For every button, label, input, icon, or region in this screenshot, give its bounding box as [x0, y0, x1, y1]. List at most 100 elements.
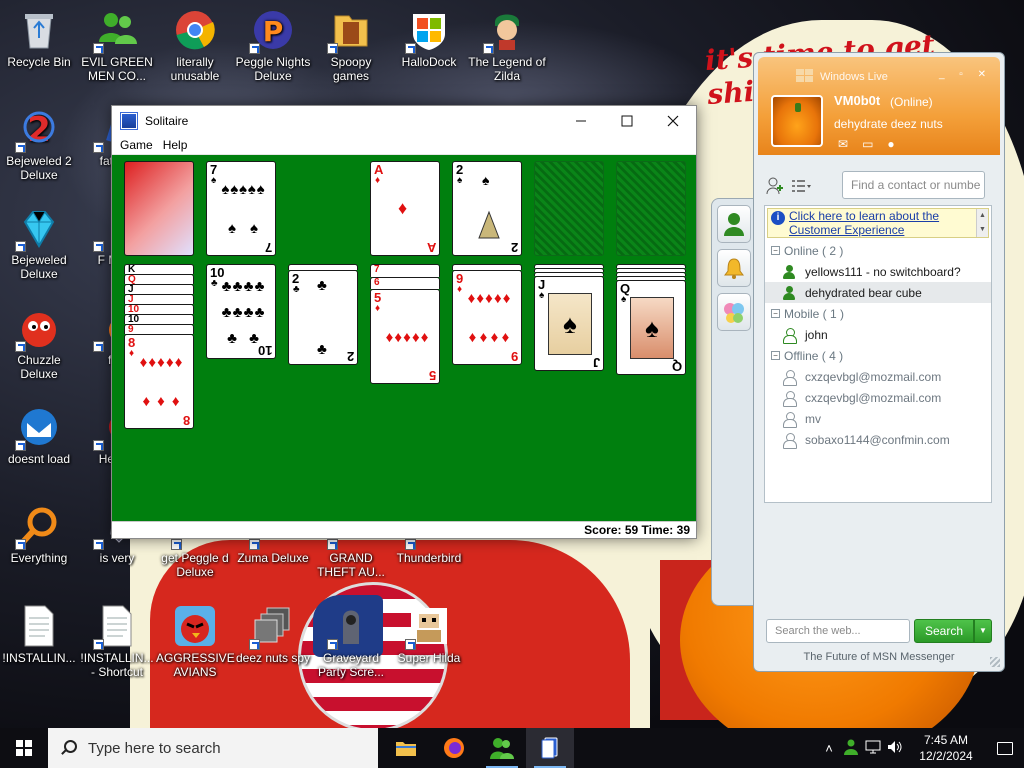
- foundation-1[interactable]: A ♦ ♦ A: [370, 161, 440, 256]
- contact-item[interactable]: cxzqevbgl@mozmail.com: [765, 387, 991, 408]
- solitaire-window[interactable]: Solitaire Game Help 7 ♠ ♠ ♠ ♠ ♠ ♠ ♠ ♠ 7 A ♦ ♦ …: [111, 105, 697, 539]
- find-contact-input[interactable]: Find a contact or numbe: [842, 171, 985, 199]
- add-contact-icon[interactable]: [764, 175, 786, 197]
- spaces-icon[interactable]: ●: [887, 137, 894, 151]
- customer-experience-link[interactable]: Click here to learn about the Customer E…: [789, 209, 976, 237]
- alerts-tab-button[interactable]: [717, 249, 751, 287]
- desktop-icon-evil-green-men[interactable]: EVIL GREEN MEN CO...: [78, 8, 156, 83]
- desktop-icon-doesnt-load[interactable]: doesnt load: [0, 405, 78, 466]
- desktop-icon-legend-of-zilda[interactable]: The Legend of Zilda: [468, 8, 546, 83]
- network-icon[interactable]: [862, 740, 884, 757]
- change-view-icon[interactable]: [790, 175, 812, 197]
- maximize-button[interactable]: [604, 106, 650, 135]
- contact-item[interactable]: sobaxo1144@confmin.com: [765, 429, 991, 450]
- foundation-3-empty[interactable]: [534, 161, 604, 256]
- avatar[interactable]: [771, 95, 823, 147]
- desktop-icon-bejeweled-2[interactable]: 2 Bejeweled 2 Deluxe: [0, 107, 78, 182]
- tableau-2-top-card[interactable]: 10 ♣ ♣ ♣ ♣ ♣ ♣ ♣ ♣ ♣ ♣ ♣ 10: [206, 264, 276, 359]
- group-online[interactable]: − Online ( 2 ): [765, 240, 991, 261]
- clock[interactable]: 7:45 AM 12/2/2024: [906, 732, 986, 764]
- desktop-icon-bejeweled[interactable]: Bejeweled Deluxe: [0, 206, 78, 281]
- tableau-5-top-card[interactable]: 9 ♦ ♦ ♦ ♦ ♦ ♦ ♦ ♦ ♦ ♦ 9: [452, 270, 522, 365]
- minimize-button[interactable]: [558, 106, 604, 135]
- peggle-icon: P: [249, 8, 295, 54]
- chrome-icon: [173, 8, 217, 52]
- notification-center-button[interactable]: [986, 741, 1024, 755]
- desktop-icon-installing[interactable]: !INSTALLIN...: [0, 604, 78, 665]
- collapse-icon[interactable]: −: [771, 309, 780, 318]
- desktop-icon-peggle-nights[interactable]: P Peggle Nights Deluxe: [234, 8, 312, 83]
- user-status[interactable]: (Online): [890, 95, 933, 109]
- close-button[interactable]: [650, 106, 696, 135]
- taskbar-solitaire[interactable]: [526, 728, 574, 768]
- messenger-window[interactable]: Windows Live _ ▫ ✕ VM0b0t (Online) dehyd…: [753, 52, 1005, 672]
- taskbar-messenger[interactable]: [478, 728, 526, 768]
- customer-experience-banner[interactable]: i Click here to learn about the Customer…: [767, 208, 989, 238]
- contact-item[interactable]: cxzqevbgl@mozmail.com: [765, 366, 991, 387]
- start-button[interactable]: [0, 728, 48, 768]
- tableau-card[interactable]: 6: [370, 277, 440, 289]
- waste-pile-card[interactable]: 7 ♠ ♠ ♠ ♠ ♠ ♠ ♠ ♠ 7: [206, 161, 276, 256]
- resize-grip[interactable]: [990, 657, 1000, 667]
- tableau-card[interactable]: J: [124, 294, 194, 305]
- tableau-card[interactable]: 10: [124, 304, 194, 315]
- banner-scrollbar[interactable]: ▲ ▼: [976, 209, 988, 237]
- foundation-2[interactable]: 2 ♠ ♠ 2: [452, 161, 522, 256]
- menu-help[interactable]: Help: [158, 138, 193, 152]
- taskbar-firefox[interactable]: [430, 728, 478, 768]
- volume-icon[interactable]: [884, 740, 906, 757]
- desktop-icon-literally-unusable[interactable]: literally unusable: [156, 8, 234, 83]
- tableau-1-top-card[interactable]: 8 ♦ ♦ ♦ ♦ ♦ ♦ ♦ ♦ ♦ 8: [124, 334, 194, 429]
- tableau-card[interactable]: 9: [124, 324, 194, 335]
- solitaire-titlebar[interactable]: Solitaire: [112, 106, 696, 135]
- foundation-4-empty[interactable]: [616, 161, 686, 256]
- desktop-icon-installing-shortcut[interactable]: !INSTALLIN... - Shortcut: [78, 604, 156, 679]
- tableau-card[interactable]: K: [124, 264, 194, 275]
- tableau-card[interactable]: Q: [124, 274, 194, 285]
- tableau-card[interactable]: 7: [370, 264, 440, 277]
- chevron-up-icon[interactable]: ˄: [818, 741, 840, 756]
- tableau-card[interactable]: J: [124, 284, 194, 295]
- desktop-icon-hallodock[interactable]: HalloDock: [390, 8, 468, 69]
- contact-item[interactable]: mv: [765, 408, 991, 429]
- desktop-icon-spoopy-games[interactable]: Spoopy games: [312, 8, 390, 83]
- personal-message[interactable]: dehydrate deez nuts: [834, 117, 943, 131]
- games-tab-button[interactable]: [717, 293, 751, 331]
- web-search-button[interactable]: Search: [914, 619, 974, 643]
- desktop-icon-super-hilda[interactable]: Super Hilda: [390, 604, 468, 665]
- folder-icon[interactable]: ▭: [862, 137, 873, 151]
- desktop-icon-aggressive-avians[interactable]: AGGRESSIVE AVIANS: [156, 604, 235, 679]
- tableau-3-top-card[interactable]: 2 ♣ ♣ ♣ 2: [288, 270, 358, 365]
- web-search-bar: Search the web... Search ▼: [766, 619, 994, 643]
- tableau-7-top-card[interactable]: Q ♠ ♠ Q: [616, 280, 686, 375]
- menu-game[interactable]: Game: [115, 138, 158, 152]
- web-search-input[interactable]: Search the web...: [766, 619, 910, 643]
- tableau-card[interactable]: 10: [124, 314, 194, 325]
- clock-date: 12/2/2024: [919, 749, 973, 763]
- messenger-tray-icon[interactable]: [840, 739, 862, 758]
- contact-item[interactable]: yellows111 - no switchboard?: [765, 261, 991, 282]
- taskbar-search-box[interactable]: Type here to search: [48, 728, 378, 768]
- tableau-6-top-card[interactable]: J ♠ ♠ J: [534, 276, 604, 371]
- user-display-name[interactable]: VM0b0t: [834, 93, 880, 108]
- desktop-icon-deez-nuts-spy[interactable]: deez nuts spy: [234, 604, 312, 665]
- desktop-icon-everything[interactable]: Everything: [0, 504, 78, 565]
- contact-item[interactable]: dehydrated bear cube: [765, 282, 991, 303]
- group-mobile[interactable]: − Mobile ( 1 ): [765, 303, 991, 324]
- contact-item[interactable]: john: [765, 324, 991, 345]
- stock-pile[interactable]: [124, 161, 194, 256]
- desktop-icon-recycle-bin[interactable]: Recycle Bin: [0, 8, 78, 69]
- group-offline[interactable]: − Offline ( 4 ): [765, 345, 991, 366]
- tableau-4-top-card[interactable]: 5 ♦ ♦ ♦ ♦ ♦ ♦ 5: [370, 289, 440, 384]
- collapse-icon[interactable]: −: [771, 246, 780, 255]
- mail-icon[interactable]: ✉: [838, 137, 848, 151]
- collapse-icon[interactable]: −: [771, 351, 780, 360]
- contacts-tab-button[interactable]: [717, 205, 751, 243]
- pixel-character-icon: [405, 604, 451, 650]
- mobile-buddy-icon: [783, 327, 797, 344]
- search-options-dropdown[interactable]: ▼: [974, 619, 992, 643]
- desktop-icon-chuzzle[interactable]: Chuzzle Deluxe: [0, 306, 78, 381]
- messenger-window-controls[interactable]: _ ▫ ✕: [939, 69, 992, 80]
- desktop-icon-graveyard-party[interactable]: Graveyard Party Scre...: [312, 604, 390, 679]
- taskbar-file-explorer[interactable]: [382, 728, 430, 768]
